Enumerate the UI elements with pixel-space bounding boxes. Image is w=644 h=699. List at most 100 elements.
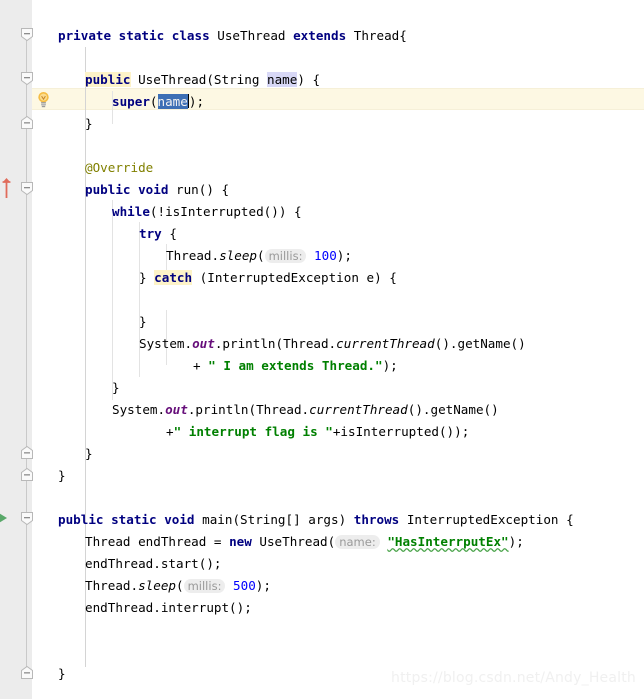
keyword: throws (353, 512, 400, 527)
code-token: out (165, 402, 188, 417)
code-token: UseThread( (251, 534, 336, 549)
code-token: + (166, 424, 174, 439)
parameter-hint: millis: (264, 249, 307, 263)
code-token: ( (176, 578, 184, 593)
keyword: static (118, 28, 165, 43)
code-line[interactable]: +" interrupt flag is "+isInterrupted()); (0, 421, 644, 443)
code-line[interactable]: } (0, 377, 644, 399)
parameter-hint: name: (335, 535, 380, 549)
code-line-text: Thread.sleep(millis: 100); (166, 245, 352, 267)
code-token: + (193, 358, 209, 373)
code-token: System. (139, 336, 193, 351)
code-line[interactable]: } (0, 443, 644, 465)
code-token: sleep (219, 248, 257, 263)
code-line[interactable] (0, 487, 644, 509)
code-token: } (85, 446, 93, 461)
code-token: } (112, 380, 120, 395)
code-line[interactable]: super(name); (0, 91, 644, 113)
keyword: private (58, 28, 112, 43)
code-line[interactable]: public static void main(String[] args) t… (0, 509, 644, 531)
parameter-hint: millis: (183, 579, 226, 593)
code-token: UseThread (209, 28, 294, 43)
code-line[interactable] (0, 641, 644, 663)
code-line[interactable] (0, 47, 644, 69)
code-line[interactable]: Thread endThread = new UseThread(name: "… (0, 531, 644, 553)
code-line[interactable]: } catch (InterruptedException e) { (0, 267, 644, 289)
code-token: { (161, 226, 177, 241)
code-line[interactable]: + " I am extends Thread."); (0, 355, 644, 377)
code-line-text: public static void main(String[] args) t… (58, 509, 574, 531)
code-line-text: private static class UseThread extends T… (58, 25, 407, 47)
code-line[interactable]: } (0, 311, 644, 333)
code-line-text: while(!isInterrupted()) { (112, 201, 302, 223)
number-literal: 100 (314, 248, 337, 263)
code-line[interactable]: } (0, 113, 644, 135)
code-token: name (266, 72, 298, 87)
code-token: ; (196, 94, 205, 109)
code-line-text: +" interrupt flag is "+isInterrupted()); (166, 421, 469, 443)
code-line[interactable]: public UseThread(String name) { (0, 69, 644, 91)
code-content[interactable]: private static class UseThread extends T… (0, 0, 644, 699)
code-line-text: public void run() { (85, 179, 229, 201)
code-line-text: } (85, 113, 93, 135)
keyword: public (58, 512, 104, 527)
code-token: +isInterrupted()); (332, 424, 470, 439)
code-token: endThread.interrupt(); (85, 600, 252, 615)
code-token: currentThread (309, 402, 408, 417)
code-line-text: endThread.interrupt(); (85, 597, 252, 619)
code-token: System. (112, 402, 166, 417)
code-line[interactable] (0, 135, 644, 157)
code-token: (!isInterrupted()) { (149, 204, 302, 219)
code-line[interactable]: System.out.println(Thread.currentThread(… (0, 333, 644, 355)
code-token: run() { (168, 182, 230, 197)
code-line[interactable]: @Override (0, 157, 644, 179)
code-line-text: endThread.start(); (85, 553, 221, 575)
code-line[interactable]: endThread.interrupt(); (0, 597, 644, 619)
code-token: ( (257, 248, 265, 263)
code-token: } (139, 270, 155, 285)
code-token: ); (255, 578, 271, 593)
code-line-text: super(name); (112, 91, 204, 113)
keyword: try (139, 226, 162, 241)
code-token: Thread{ (346, 28, 407, 43)
code-token: endThread.start(); (85, 556, 222, 571)
code-line-text: } (139, 311, 147, 333)
code-editor[interactable]: private static class UseThread extends T… (0, 0, 644, 699)
code-line[interactable]: Thread.sleep(millis: 500); (0, 575, 644, 597)
keyword: catch (154, 270, 193, 285)
keyword: static (111, 512, 157, 527)
code-line-text: } (58, 663, 66, 685)
code-line[interactable]: endThread.start(); (0, 553, 644, 575)
code-line[interactable]: private static class UseThread extends T… (0, 25, 644, 47)
code-line[interactable]: System.out.println(Thread.currentThread(… (0, 399, 644, 421)
code-line[interactable]: try { (0, 223, 644, 245)
code-line[interactable]: while(!isInterrupted()) { (0, 201, 644, 223)
code-token: Thread endThread = (85, 534, 230, 549)
code-token: sleep (138, 578, 176, 593)
code-token: currentThread (336, 336, 435, 351)
code-token: UseThread(String (130, 72, 267, 87)
code-line[interactable]: } (0, 465, 644, 487)
keyword: while (112, 204, 150, 219)
code-token: ) { (297, 72, 321, 87)
code-line[interactable]: public void run() { (0, 179, 644, 201)
code-line-text: System.out.println(Thread.currentThread(… (139, 333, 526, 355)
code-token: } (58, 666, 66, 681)
code-line[interactable] (0, 289, 644, 311)
code-line[interactable]: Thread.sleep(millis: 100); (0, 245, 644, 267)
code-line-text: } catch (InterruptedException e) { (139, 267, 397, 289)
keyword: void (138, 182, 169, 197)
code-line-text: + " I am extends Thread."); (193, 355, 398, 377)
keyword: void (164, 512, 195, 527)
code-token: ); (336, 248, 352, 263)
code-token: (InterruptedException e) { (192, 270, 397, 285)
code-token: .println(Thread. (214, 336, 337, 351)
code-line-text: try { (139, 223, 177, 245)
code-line[interactable] (0, 619, 644, 641)
code-line-text: System.out.println(Thread.currentThread(… (112, 399, 499, 421)
code-line-text: Thread endThread = new UseThread(name: "… (85, 531, 524, 553)
